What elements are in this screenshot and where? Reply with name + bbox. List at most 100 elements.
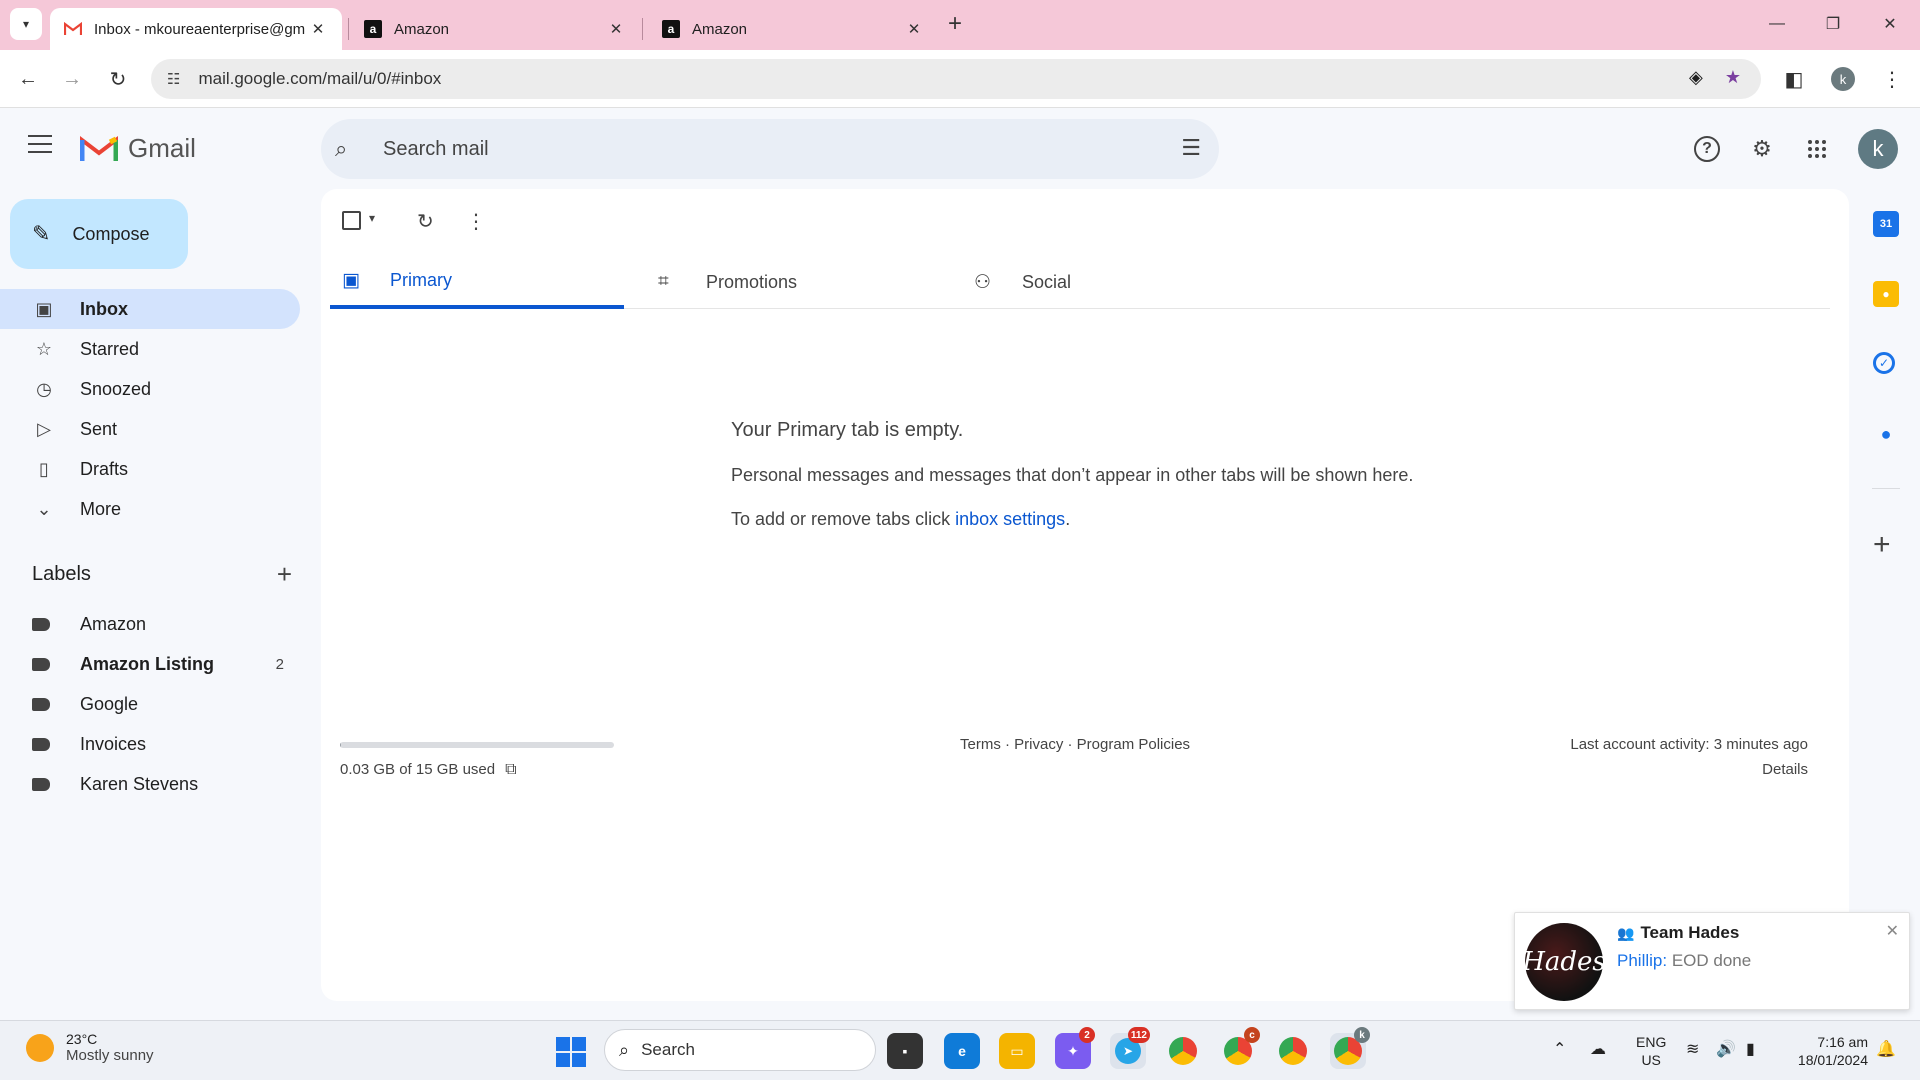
back-icon[interactable]: ← [12,63,44,95]
wifi-icon[interactable]: ≋ [1686,1039,1699,1059]
battery-icon[interactable]: ▮ [1746,1039,1755,1059]
main-menu-icon[interactable] [28,135,52,159]
select-all-checkbox[interactable] [342,211,361,236]
search-bar[interactable]: ⌕ Search mail ☰ [321,119,1219,179]
close-tab-icon[interactable]: ✕ [308,20,328,38]
messenger-icon[interactable]: ✦ 2 [1055,1027,1095,1069]
show-hidden-icons-icon[interactable]: ⌃ [1553,1039,1566,1059]
chat-notification[interactable]: Hades 👥 Team Hades Phillip: EOD done ✕ [1514,912,1910,1010]
compose-label: Compose [72,223,150,244]
create-label-icon[interactable]: + [277,559,292,590]
calendar-icon[interactable]: 31 [1873,211,1899,237]
language-indicator[interactable]: ENG US [1636,1033,1666,1069]
address-bar[interactable]: ☷ mail.google.com/mail/u/0/#inbox ◈ ★ [151,59,1761,99]
url-text: mail.google.com/mail/u/0/#inbox [198,69,442,88]
taskbar-search-input[interactable]: Search [641,1040,695,1060]
taskbar-clock[interactable]: 7:16 am 18/01/2024 [1784,1033,1868,1069]
telegram-icon[interactable]: ➤ 112 [1110,1027,1150,1069]
label-tag-icon [32,777,50,791]
chrome-profile-3-icon[interactable] [1275,1033,1311,1069]
keep-icon[interactable]: ● [1873,281,1899,307]
chrome-profile-2-icon[interactable]: c [1220,1027,1260,1069]
notifications-bell-icon[interactable]: 🔔 [1876,1039,1896,1059]
inbox-settings-link[interactable]: inbox settings [955,509,1065,529]
close-notification-icon[interactable]: ✕ [1886,921,1899,941]
bookmark-star-icon[interactable]: ★ [1725,67,1741,88]
label-google[interactable]: Google [0,684,300,724]
search-input[interactable]: Search mail [383,138,489,161]
close-tab-icon[interactable]: ✕ [606,20,626,38]
group-avatar: Hades [1522,923,1606,1001]
nav-sent[interactable]: ▷ Sent [0,409,300,449]
nav-starred[interactable]: ☆ Starred [0,329,300,369]
restore-icon[interactable]: ❐ [1813,8,1853,40]
weather-widget[interactable]: 23°C Mostly sunny [26,1031,154,1064]
nav-drafts[interactable]: ▯ Drafts [0,449,300,489]
gmail-m-icon [80,135,118,161]
tab-social[interactable]: ⚇ Social [962,255,1256,309]
details-link[interactable]: Details [1762,761,1808,778]
contacts-icon[interactable]: ● [1873,421,1899,447]
nav-inbox[interactable]: ▣ Inbox [0,289,300,329]
tab-promotions[interactable]: ⌗ Promotions [646,255,940,309]
site-info-icon[interactable]: ☷ [167,70,180,88]
side-panel-icon[interactable]: ◧ [1778,63,1810,95]
refresh-icon[interactable]: ↻ [417,209,434,234]
chrome-menu-icon[interactable]: ⋮ [1876,63,1908,95]
tab-primary[interactable]: ▣ Primary [330,255,624,309]
label-invoices[interactable]: Invoices [0,724,300,764]
label-name: Google [80,693,139,714]
label-amazon-listing[interactable]: Amazon Listing 2 [0,644,300,684]
account-avatar[interactable]: k [1858,129,1898,169]
search-options-icon[interactable]: ☰ [1181,135,1201,161]
browser-tab-gmail[interactable]: Inbox - mkoureaenterprise@gm ✕ [50,8,342,50]
tab-title: Amazon [394,20,450,38]
chrome-profile-avatar[interactable]: k [1831,67,1855,91]
tab-label: Social [1022,271,1072,292]
settings-gear-icon[interactable]: ⚙ [1746,133,1778,165]
storage-usage: 0.03 GB of 15 GB used ⧉ [340,761,517,779]
label-amazon[interactable]: Amazon [0,604,300,644]
open-external-icon[interactable]: ⧉ [505,761,516,778]
chrome-profile-4-icon[interactable]: k [1330,1027,1370,1069]
gmail-logo[interactable]: Gmail [80,133,196,164]
onedrive-icon[interactable]: ☁ [1590,1039,1606,1059]
tab-separator [642,18,643,40]
send-icon: ▷ [37,418,51,439]
clock-icon: ◷ [36,378,52,399]
minimize-icon[interactable]: — [1757,8,1797,40]
tab-label: Promotions [706,271,798,292]
close-tab-icon[interactable]: ✕ [904,20,924,38]
support-button[interactable]: ? [1691,133,1723,165]
task-view-icon[interactable]: ▪ [887,1033,923,1069]
amazon-icon: a [662,20,680,38]
new-tab-icon[interactable]: + [948,10,962,38]
file-explorer-icon[interactable]: ▭ [999,1033,1035,1069]
select-dropdown-icon[interactable]: ▾ [369,211,375,225]
browser-tab-amazon-1[interactable]: a Amazon ✕ [350,8,640,50]
nav-more[interactable]: ⌄ More [0,489,300,529]
search-icon[interactable]: ⌕ [335,136,375,162]
volume-icon[interactable]: 🔊 [1716,1039,1736,1059]
tab-title: Amazon [692,20,748,38]
extension-icon[interactable]: ◈ [1689,67,1703,88]
tasks-icon[interactable]: ✓ [1873,352,1895,374]
taskbar-search[interactable]: ⌕ Search [604,1029,876,1071]
edge-icon[interactable]: e [944,1033,980,1069]
nav-snoozed[interactable]: ◷ Snoozed [0,369,300,409]
tab-search-dropdown[interactable]: ▾ [10,8,42,40]
lang-code: ENG [1636,1034,1667,1050]
footer-links[interactable]: Terms · Privacy · Program Policies [960,736,1190,753]
windows-taskbar: 23°C Mostly sunny ⌕ Search ▪ e ▭ ✦ 2 ➤ 1… [0,1020,1920,1080]
windows-start-icon[interactable] [556,1037,586,1067]
reload-icon[interactable]: ↻ [102,63,134,95]
forward-icon[interactable]: → [56,63,88,95]
chrome-profile-1-icon[interactable] [1165,1033,1201,1069]
get-addons-icon[interactable]: + [1873,528,1891,562]
more-actions-icon[interactable]: ⋮ [466,209,486,234]
compose-button[interactable]: ✎ Compose [10,199,188,269]
browser-tab-amazon-2[interactable]: a Amazon ✕ [648,8,938,50]
close-window-icon[interactable]: ✕ [1870,8,1910,40]
label-karen-stevens[interactable]: Karen Stevens [0,764,300,804]
google-apps-icon[interactable] [1801,133,1833,165]
